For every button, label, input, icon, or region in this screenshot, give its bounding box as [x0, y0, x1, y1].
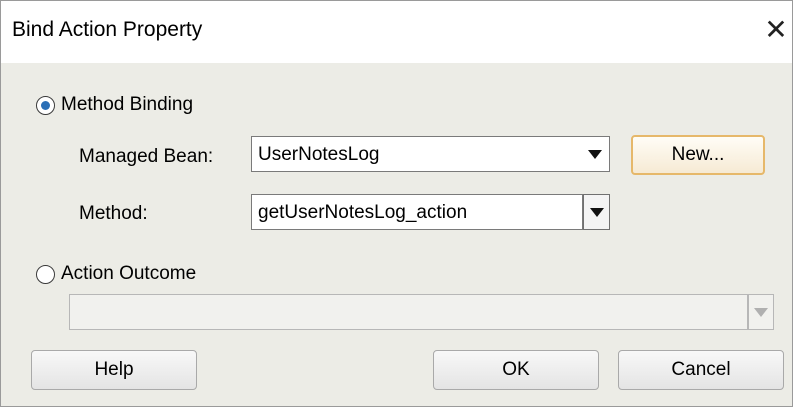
method-field[interactable]: getUserNotesLog_action [251, 194, 583, 230]
help-button[interactable]: Help [31, 350, 197, 390]
dialog-title: Bind Action Property [12, 18, 203, 41]
method-binding-radio[interactable] [36, 95, 55, 115]
dialog-body: Method Binding Managed Bean: UserNotesLo… [1, 63, 792, 406]
close-icon[interactable]: ✕ [761, 15, 791, 45]
new-button[interactable]: New... [631, 135, 765, 175]
method-dropdown-button[interactable] [583, 194, 610, 230]
help-button-label: Help [94, 359, 134, 380]
method-binding-label: Method Binding [61, 94, 194, 115]
action-outcome-radio[interactable] [36, 264, 55, 284]
action-outcome-radio-row[interactable]: Action Outcome [36, 263, 196, 285]
cancel-button[interactable]: Cancel [618, 350, 784, 390]
ok-button-label: OK [502, 359, 530, 380]
ok-button[interactable]: OK [433, 350, 599, 390]
managed-bean-value: UserNotesLog [258, 144, 380, 165]
chevron-down-icon[interactable] [588, 150, 602, 159]
bind-action-property-dialog: Bind Action Property ✕ Method Binding Ma… [0, 0, 793, 407]
new-button-label: New... [671, 144, 725, 165]
action-outcome-label: Action Outcome [61, 263, 197, 284]
title-bar: Bind Action Property ✕ [1, 1, 792, 63]
chevron-down-icon [754, 308, 768, 317]
method-binding-radio-row[interactable]: Method Binding [36, 94, 193, 116]
action-outcome-dropdown-button [748, 294, 774, 330]
action-outcome-field [69, 294, 748, 330]
method-value: getUserNotesLog_action [258, 202, 468, 223]
chevron-down-icon [590, 208, 604, 217]
managed-bean-combo[interactable]: UserNotesLog [251, 136, 610, 172]
managed-bean-label: Managed Bean: [79, 146, 214, 167]
method-label: Method: [79, 203, 148, 224]
cancel-button-label: Cancel [671, 359, 731, 380]
